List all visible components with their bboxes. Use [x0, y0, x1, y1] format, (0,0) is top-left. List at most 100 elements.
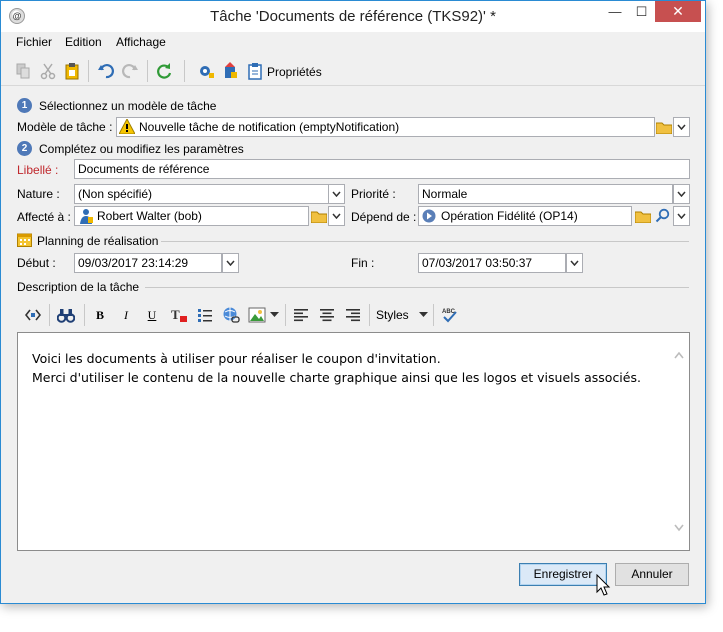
align-center-icon[interactable] — [320, 308, 334, 322]
depends-dropdown-button[interactable] — [673, 206, 690, 226]
nature-label: Nature : — [17, 187, 60, 201]
close-button[interactable]: ✕ — [655, 1, 701, 22]
step-2-label: Complétez ou modifiez les paramètres — [39, 142, 244, 156]
export-icon[interactable] — [221, 62, 239, 80]
template-field[interactable]: Nouvelle tâche de notification (emptyNot… — [116, 117, 655, 137]
svg-text:T: T — [171, 307, 180, 322]
bold-button[interactable]: B — [93, 305, 107, 325]
window-title: Tâche 'Documents de référence (TKS92)' * — [210, 8, 496, 25]
copy-icon[interactable] — [15, 62, 33, 80]
menu-bar: Fichier Edition Affichage — [1, 32, 705, 52]
description-divider — [145, 287, 689, 288]
chevron-down-icon — [677, 124, 686, 131]
libelle-input[interactable]: Documents de référence — [74, 159, 690, 179]
undo-icon[interactable] — [97, 62, 115, 80]
editor-toolbar-separator — [433, 304, 434, 326]
scroll-down-icon[interactable] — [674, 524, 684, 532]
styles-dropdown-icon[interactable] — [419, 312, 428, 318]
warning-icon — [119, 119, 135, 134]
menu-edition[interactable]: Edition — [65, 35, 102, 49]
template-value: Nouvelle tâche de notification (emptyNot… — [139, 120, 400, 134]
editor-toolbar: B I U T Styles ABC — [17, 301, 689, 329]
cut-icon[interactable] — [39, 62, 57, 80]
folder-icon[interactable] — [656, 120, 672, 134]
assigned-value: Robert Walter (bob) — [97, 209, 202, 223]
libelle-label: Libellé : — [17, 163, 59, 177]
properties-button[interactable]: Propriétés — [267, 65, 322, 79]
editor-toolbar-separator — [285, 304, 286, 326]
main-toolbar: Propriétés — [1, 56, 705, 86]
start-date-dropdown-button[interactable] — [222, 253, 239, 273]
chevron-down-icon — [677, 213, 686, 220]
priority-select[interactable]: Normale — [418, 184, 673, 204]
toolbar-separator — [88, 60, 89, 82]
chevron-down-icon — [570, 260, 579, 267]
depends-field[interactable]: Opération Fidélité (OP14) — [418, 206, 632, 226]
underline-button[interactable]: U — [145, 305, 159, 325]
assigned-label: Affecté à : — [17, 210, 71, 224]
description-editor[interactable]: Voici les documents à utiliser pour réal… — [17, 332, 690, 551]
cancel-button[interactable]: Annuler — [615, 563, 689, 586]
image-dropdown-icon[interactable] — [270, 312, 279, 318]
end-date-dropdown-button[interactable] — [566, 253, 583, 273]
editor-line: Merci d'utiliser le contenu de la nouvel… — [32, 370, 641, 385]
editor-toolbar-separator — [49, 304, 50, 326]
refresh-icon[interactable] — [155, 62, 173, 80]
redo-icon[interactable] — [121, 62, 139, 80]
start-label: Début : — [17, 256, 56, 270]
task-dialog-window: @ Tâche 'Documents de référence (TKS92)'… — [0, 0, 706, 604]
template-dropdown-button[interactable] — [673, 117, 690, 137]
styles-dropdown[interactable]: Styles — [376, 305, 410, 325]
text-color-icon[interactable]: T — [171, 307, 188, 323]
mouse-cursor-icon — [596, 574, 611, 596]
end-label: Fin : — [351, 256, 375, 270]
editor-content: Voici les documents à utiliser pour réal… — [18, 349, 669, 387]
maximize-button[interactable]: ☐ — [628, 1, 655, 22]
find-binoculars-icon[interactable] — [57, 307, 75, 323]
toolbar-separator — [147, 60, 148, 82]
editor-toolbar-separator — [369, 304, 370, 326]
assigned-field[interactable]: Robert Walter (bob) — [74, 206, 309, 226]
planning-section-label: Planning de réalisation — [37, 234, 159, 248]
chevron-down-icon — [332, 191, 341, 198]
spellcheck-icon[interactable]: ABC — [441, 306, 459, 324]
settings-gear-icon[interactable] — [197, 62, 215, 80]
insert-image-icon[interactable] — [248, 306, 266, 324]
menu-fichier[interactable]: Fichier — [16, 35, 52, 49]
priority-label: Priorité : — [351, 187, 396, 201]
calendar-icon — [17, 233, 32, 247]
priority-dropdown-button[interactable] — [673, 184, 690, 204]
planning-divider — [161, 241, 689, 242]
bullet-list-icon[interactable] — [197, 307, 213, 323]
search-icon[interactable] — [655, 208, 670, 223]
chevron-down-icon — [332, 213, 341, 220]
operation-icon — [422, 209, 436, 223]
depends-value: Opération Fidélité (OP14) — [441, 209, 578, 223]
editor-toolbar-separator — [84, 304, 85, 326]
folder-icon[interactable] — [311, 209, 327, 223]
italic-button[interactable]: I — [119, 305, 133, 325]
scroll-up-icon[interactable] — [674, 351, 684, 359]
minimize-button[interactable]: — — [602, 1, 628, 22]
user-icon — [80, 209, 93, 224]
folder-icon[interactable] — [635, 209, 651, 223]
paste-icon[interactable] — [63, 62, 81, 80]
chevron-down-icon — [226, 260, 235, 267]
menu-affichage[interactable]: Affichage — [116, 35, 166, 49]
align-right-icon[interactable] — [346, 308, 360, 322]
align-left-icon[interactable] — [294, 308, 308, 322]
template-label: Modèle de tâche : — [17, 120, 113, 134]
source-code-icon[interactable] — [25, 307, 41, 323]
title-bar[interactable]: @ Tâche 'Documents de référence (TKS92)'… — [1, 1, 705, 32]
chevron-down-icon — [677, 191, 686, 198]
depends-label: Dépend de : — [351, 210, 417, 224]
save-button[interactable]: Enregistrer — [519, 563, 607, 586]
toolbar-separator — [184, 60, 185, 82]
nature-select[interactable]: (Non spécifié) — [74, 184, 329, 204]
properties-icon[interactable] — [246, 62, 264, 80]
insert-link-icon[interactable] — [222, 306, 240, 324]
start-date-input[interactable]: 09/03/2017 23:14:29 — [74, 253, 222, 273]
end-date-input[interactable]: 07/03/2017 03:50:37 — [418, 253, 566, 273]
assigned-dropdown-button[interactable] — [328, 206, 345, 226]
nature-dropdown-button[interactable] — [328, 184, 345, 204]
